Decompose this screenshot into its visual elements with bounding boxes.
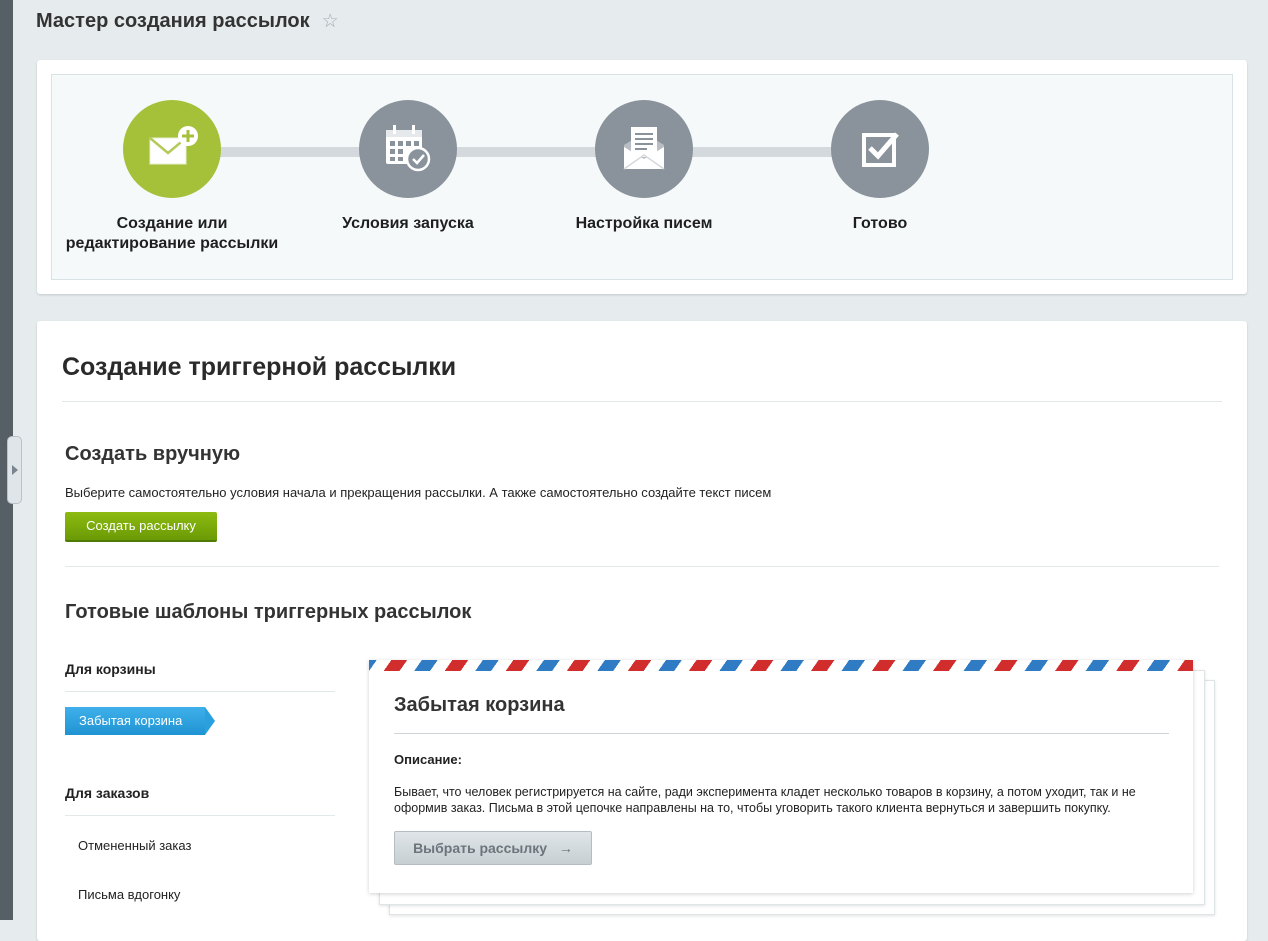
create-mailing-button[interactable]: Создать рассылку [65, 512, 217, 542]
divider [62, 401, 1222, 402]
manual-section-title: Создать вручную [65, 443, 241, 465]
divider [65, 815, 335, 816]
panel-toggle-handle[interactable] [7, 436, 22, 504]
divider [65, 691, 335, 692]
checkbox-icon [862, 132, 899, 167]
page-title-row: Мастер создания рассылок ☆ [36, 10, 339, 33]
step-circle [595, 100, 693, 198]
choose-mailing-button[interactable]: Выбрать рассылку → [394, 831, 592, 865]
main-title: Создание триггерной рассылки [62, 353, 457, 381]
divider [394, 733, 1169, 734]
step-label: Готово [852, 215, 908, 232]
step-label: Настройка писем [575, 215, 713, 232]
step-circle [831, 100, 929, 198]
step-label: Создание или редактирование рассылки [65, 215, 279, 252]
wizard-step-letters[interactable]: Настройка писем [524, 100, 764, 234]
description-label: Описание: [394, 752, 462, 767]
arrow-right-icon: → [558, 840, 573, 856]
expand-arrow-icon [11, 465, 18, 475]
template-item-canceled-order[interactable]: Отмененный заказ [78, 838, 191, 853]
group-title-orders: Для заказов [65, 785, 150, 801]
wizard-step-done[interactable]: Готово [760, 100, 1000, 234]
group-title-cart: Для корзины [65, 661, 156, 677]
template-detail-title: Забытая корзина [394, 694, 565, 716]
divider [65, 566, 1219, 567]
wizard-steps: Создание или редактирование рассылки Усл… [51, 74, 1233, 280]
template-item-follow-up-letters[interactable]: Письма вдогонку [78, 887, 180, 902]
step-label: Условия запуска [342, 215, 474, 232]
template-detail-card: Забытая корзина Описание: Бывает, что че… [369, 660, 1193, 893]
main-panel: Создание триггерной рассылки Создать вру… [37, 321, 1247, 941]
template-item-forgotten-cart[interactable]: Забытая корзина [65, 707, 215, 735]
step-circle [123, 100, 221, 198]
calendar-check-icon [386, 125, 431, 172]
wizard-step-create[interactable]: Создание или редактирование рассылки [52, 100, 292, 254]
templates-section-title: Готовые шаблоны триггерных рассылок [65, 601, 472, 623]
open-letter-icon [623, 127, 665, 170]
wizard-panel: Создание или редактирование рассылки Усл… [37, 60, 1247, 294]
mail-add-icon [149, 126, 198, 165]
template-description: Бывает, что человек регистрируется на са… [394, 785, 1136, 815]
choose-mailing-label: Выбрать рассылку [413, 840, 548, 856]
airmail-stripe [369, 660, 1193, 671]
wizard-step-conditions[interactable]: Условия запуска [288, 100, 528, 234]
step-circle [359, 100, 457, 198]
manual-description: Выберите самостоятельно условия начала и… [65, 485, 772, 500]
page-title: Мастер создания рассылок [36, 10, 310, 32]
star-icon[interactable]: ☆ [322, 10, 339, 33]
